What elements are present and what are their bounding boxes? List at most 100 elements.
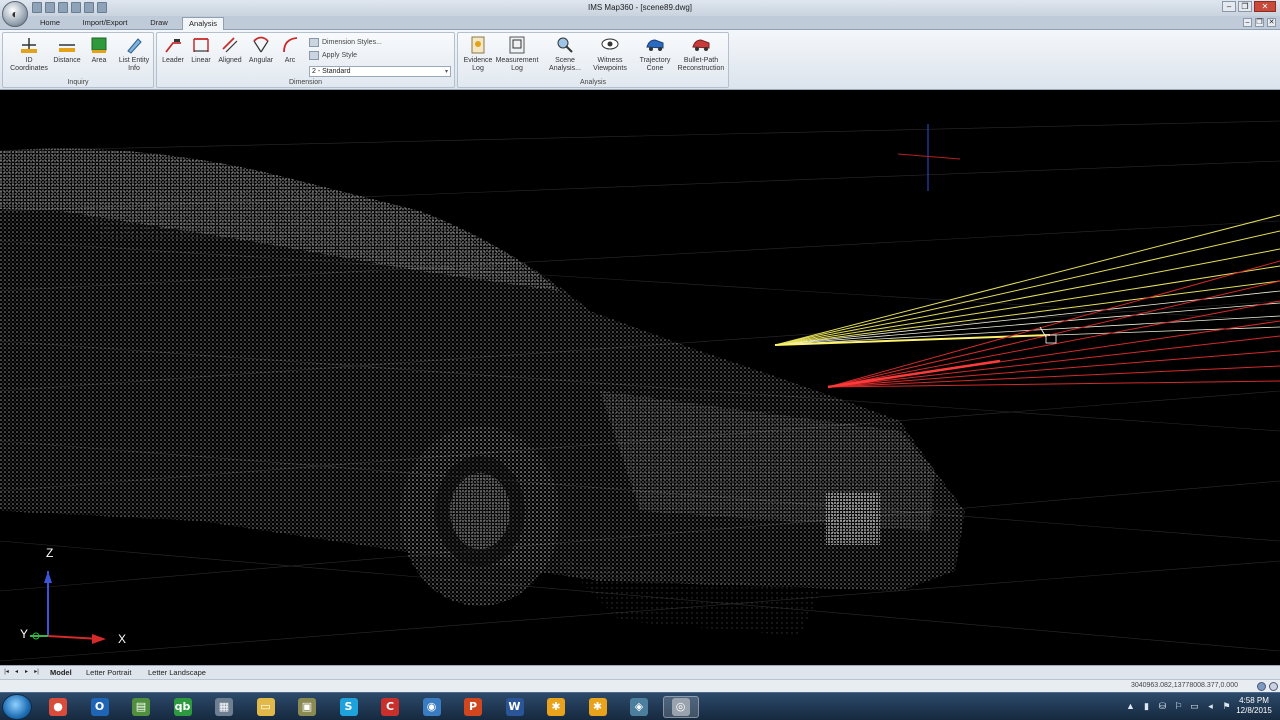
dimension-styles-icon bbox=[309, 38, 319, 47]
minimize-button[interactable]: – bbox=[1222, 1, 1236, 12]
new-file-icon[interactable] bbox=[32, 2, 42, 13]
taskbar-drafting-app-button[interactable]: ◈ bbox=[621, 696, 657, 718]
taskbar-notepad-app-button[interactable]: ▤ bbox=[123, 696, 159, 718]
area-icon bbox=[91, 37, 107, 53]
witness-viewpoints-icon bbox=[601, 38, 619, 50]
previous-layout-icon[interactable]: ◂ bbox=[12, 668, 21, 677]
dimension-group: Leader Linear Aligned Angular Arc Dimens… bbox=[156, 32, 455, 88]
taskbar-outlook-button[interactable]: O bbox=[82, 696, 118, 718]
taskbar-ccleaner-button[interactable]: C bbox=[372, 696, 408, 718]
area-button[interactable]: Area bbox=[85, 35, 113, 65]
doc-close-button[interactable]: ✕ bbox=[1267, 18, 1276, 27]
bullet-path-icon bbox=[692, 39, 710, 51]
list-entity-info-button[interactable]: List Entity Info bbox=[115, 35, 153, 73]
ucs-z-label: Z bbox=[46, 546, 54, 560]
undo-icon[interactable] bbox=[84, 2, 94, 13]
next-layout-icon[interactable]: ▸ bbox=[22, 668, 31, 677]
scene-analysis-button[interactable]: Scene Analysis... bbox=[544, 35, 586, 73]
application-menu-button[interactable]: ◐ bbox=[2, 1, 28, 27]
last-layout-icon[interactable]: ▸| bbox=[32, 668, 41, 677]
measurement-log-button[interactable]: Measurement Log bbox=[494, 35, 540, 73]
quick-access-toolbar bbox=[32, 2, 107, 13]
layout-navigation: |◂ ◂ ▸ ▸| bbox=[2, 668, 41, 677]
vehicle-point-cloud bbox=[0, 148, 965, 636]
evidence-log-button[interactable]: Evidence Log bbox=[460, 35, 496, 73]
maximize-button[interactable]: ❐ bbox=[1238, 1, 1252, 12]
clock-date: 12/8/2015 bbox=[1236, 706, 1272, 715]
volume-icon[interactable]: ◂ bbox=[1205, 701, 1216, 712]
drawing-viewport[interactable]: Z Y X bbox=[0, 91, 1280, 665]
taskbar-calculator-button[interactable]: ▦ bbox=[206, 696, 242, 718]
dimension-styles-button[interactable]: Dimension Styles... bbox=[309, 36, 453, 49]
calculator-icon: ▦ bbox=[215, 698, 233, 716]
taskbar-quickbooks-button[interactable]: qb bbox=[165, 696, 201, 718]
cursor-coordinates: 3040963.082,13778008.377,0.000 bbox=[1130, 682, 1238, 689]
system-tray: ▲ ▮ ⛁ ⚐ ▭ ◂ ⚑ bbox=[1125, 701, 1232, 712]
battery-icon[interactable]: ▮ bbox=[1141, 701, 1152, 712]
scene-analysis-icon bbox=[557, 37, 573, 53]
aligned-button[interactable]: Aligned bbox=[215, 35, 245, 65]
tab-import-export[interactable]: Import/Export bbox=[76, 17, 134, 30]
action-center-icon[interactable]: ⚑ bbox=[1221, 701, 1232, 712]
settings-gear-icon[interactable] bbox=[1257, 682, 1266, 691]
taskbar-network-app-button[interactable]: ◉ bbox=[414, 696, 450, 718]
taskbar-powerpoint-button[interactable]: P bbox=[455, 696, 491, 718]
aligned-icon bbox=[222, 37, 238, 53]
close-button[interactable]: ✕ bbox=[1254, 1, 1276, 12]
tab-letter-landscape[interactable]: Letter Landscape bbox=[148, 668, 206, 677]
arc-icon bbox=[283, 37, 298, 53]
dimension-group-label: Dimension bbox=[288, 79, 323, 86]
ribbon-panel: ID Coordinates Distance Area List Entity… bbox=[0, 30, 1280, 90]
linear-icon bbox=[193, 38, 209, 52]
distance-button[interactable]: Distance bbox=[51, 35, 83, 65]
tab-home[interactable]: Home bbox=[34, 17, 66, 30]
tab-draw[interactable]: Draw bbox=[144, 17, 174, 30]
taskbar-explorer-button[interactable]: ▭ bbox=[248, 696, 284, 718]
archive-app-icon: ▣ bbox=[298, 698, 316, 716]
clock[interactable]: 4:58 PM 12/8/2015 bbox=[1234, 696, 1274, 716]
fullscreen-icon[interactable] bbox=[1269, 682, 1278, 691]
drive-icon[interactable]: ⛁ bbox=[1157, 701, 1168, 712]
tab-letter-portrait[interactable]: Letter Portrait bbox=[86, 668, 131, 677]
trajectory-cone-icon bbox=[646, 39, 664, 51]
taskbar-skype-button[interactable]: S bbox=[331, 696, 367, 718]
apply-style-icon bbox=[309, 51, 319, 60]
save-icon[interactable] bbox=[58, 2, 68, 13]
taskbar-chrome-button[interactable]: ● bbox=[40, 696, 76, 718]
trajectory-cone-button[interactable]: Trajectory Cone bbox=[634, 35, 676, 73]
print-icon[interactable] bbox=[71, 2, 81, 13]
first-layout-icon[interactable]: |◂ bbox=[2, 668, 11, 677]
angular-button[interactable]: Angular bbox=[245, 35, 277, 65]
taskbar-word-button[interactable]: W bbox=[497, 696, 533, 718]
taskbar-map360-a-button[interactable]: ✱ bbox=[538, 696, 574, 718]
tab-model[interactable]: Model bbox=[50, 668, 72, 677]
explorer-icon: ▭ bbox=[256, 698, 275, 716]
flag-icon[interactable]: ⚐ bbox=[1173, 701, 1184, 712]
doc-restore-button[interactable]: ❐ bbox=[1255, 18, 1264, 27]
linear-button[interactable]: Linear bbox=[187, 35, 215, 65]
status-bar: 3040963.082,13778008.377,0.000 bbox=[0, 679, 1280, 692]
bullet-path-reconstruction-button[interactable]: Bullet-Path Reconstruction bbox=[674, 35, 728, 73]
leader-button[interactable]: Leader bbox=[159, 35, 187, 65]
crosshair-marker bbox=[897, 124, 961, 191]
monitor-icon[interactable]: ▭ bbox=[1189, 701, 1200, 712]
arc-button[interactable]: Arc bbox=[277, 35, 303, 65]
doc-minimize-button[interactable]: – bbox=[1243, 18, 1252, 27]
ucs-icon bbox=[30, 571, 106, 644]
trajectory-cone-lines bbox=[774, 214, 1280, 389]
show-hidden-icons-icon[interactable]: ▲ bbox=[1125, 701, 1136, 712]
taskbar-map360-active-button[interactable]: ◎ bbox=[662, 696, 699, 718]
dimension-style-dropdown[interactable]: 2 - Standard ▾ bbox=[309, 66, 451, 77]
apply-style-button[interactable]: Apply Style bbox=[309, 49, 453, 62]
drafting-app-icon: ◈ bbox=[630, 698, 648, 716]
taskbar-map360-b-button[interactable]: ✱ bbox=[580, 696, 616, 718]
witness-viewpoints-button[interactable]: Witness Viewpoints bbox=[588, 35, 632, 73]
open-file-icon[interactable] bbox=[45, 2, 55, 13]
id-coordinates-button[interactable]: ID Coordinates bbox=[5, 35, 53, 73]
map360-active-icon: ◎ bbox=[671, 698, 690, 716]
redo-icon[interactable] bbox=[97, 2, 107, 13]
skype-icon: S bbox=[339, 698, 358, 716]
taskbar-archive-app-button[interactable]: ▣ bbox=[289, 696, 325, 718]
start-button[interactable] bbox=[2, 694, 32, 720]
tab-analysis[interactable]: Analysis bbox=[182, 17, 224, 30]
